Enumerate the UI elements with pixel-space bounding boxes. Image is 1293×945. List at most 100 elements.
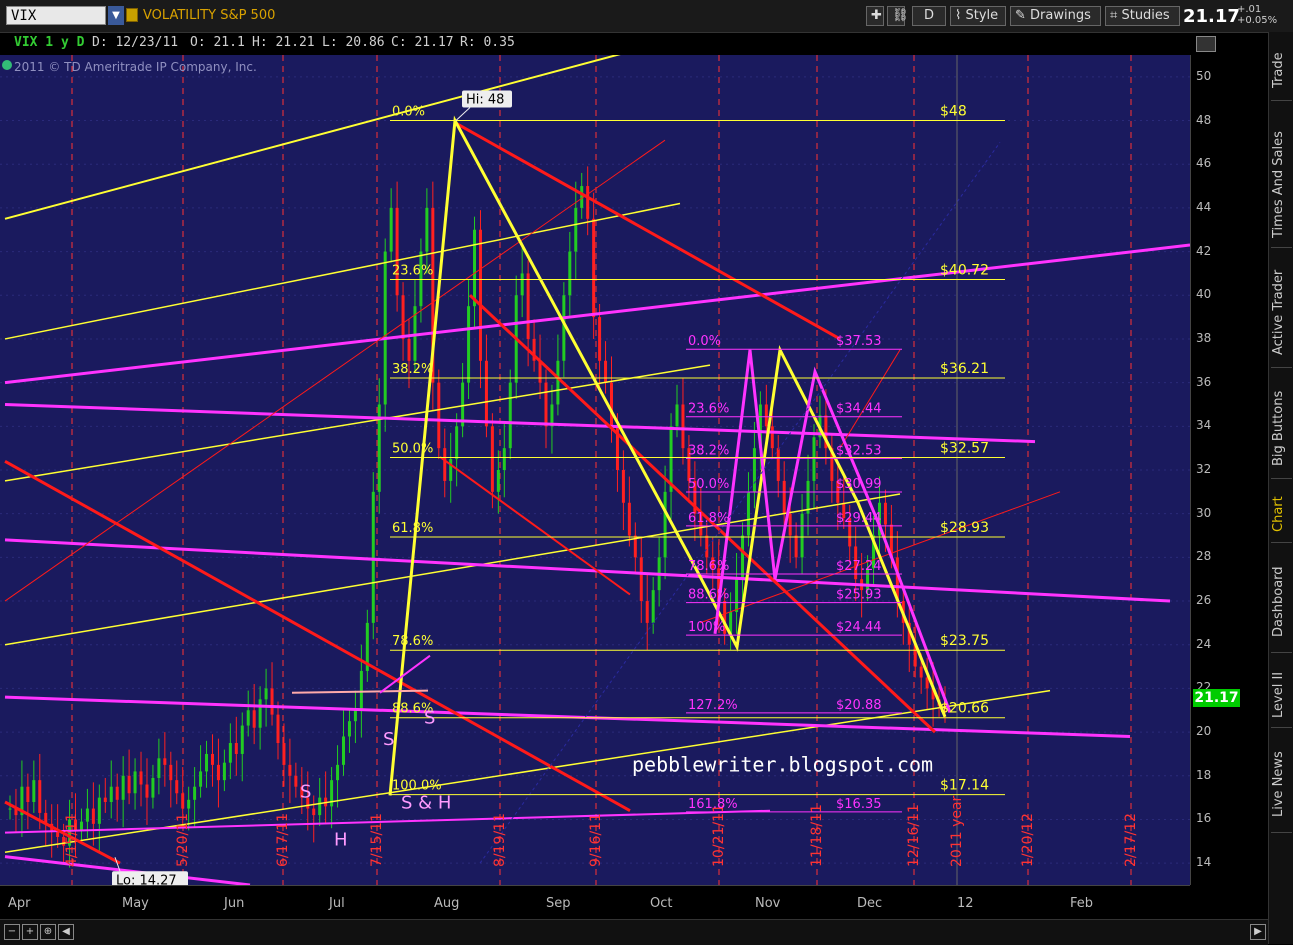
grid-date-label: 10/21/11 <box>711 804 727 867</box>
price-change: +.01 +0.05% <box>1237 4 1277 26</box>
watermark-text: pebblewriter.blogspot.com <box>632 752 933 776</box>
period-label[interactable]: VIX 1 y D <box>14 35 84 50</box>
shoulder-label: S <box>424 707 435 728</box>
fib-major-value: $28.93 <box>940 520 989 536</box>
candle-body <box>764 404 768 427</box>
price-chart[interactable]: 4/15/11 5/20/11 6/17/11 7/15/11 8/19/11 9/16/… <box>0 10 1191 889</box>
chart-area[interactable]: 4/15/11 5/20/11 6/17/11 7/15/11 8/19/11 9/16/… <box>0 10 1191 889</box>
candle-body <box>258 699 262 728</box>
zoom-out-icon[interactable]: − <box>4 924 20 940</box>
fib-major-value: $17.14 <box>940 778 989 794</box>
time-axis[interactable]: Apr May Jun Jul Aug Sep Oct Nov Dec 12 Feb <box>0 885 1190 920</box>
candle-body <box>443 448 447 481</box>
grid-date-label: 7/15/11 <box>369 813 385 867</box>
candle-body <box>103 797 107 802</box>
fib-major-value: $23.75 <box>940 633 989 649</box>
candle-body <box>276 714 280 744</box>
scroll-right-icon[interactable]: ▶ <box>1250 924 1266 940</box>
candle-body <box>163 758 167 765</box>
zoom-in-icon[interactable]: + <box>22 924 38 940</box>
link-icon[interactable]: ⛓ <box>887 6 909 26</box>
sidebar-tab-dashboard[interactable]: Dashboard <box>1271 552 1292 653</box>
candle-body <box>746 491 750 536</box>
candle-body <box>210 753 214 765</box>
shoulder-label: S <box>300 782 311 803</box>
grid-date-label: 5/20/11 <box>175 813 191 867</box>
sh-label: S & H <box>401 793 451 814</box>
draw-button[interactable]: D <box>912 6 946 26</box>
close-value: C: 21.17 <box>391 35 454 50</box>
fib-major-pct: 61.8% <box>392 521 433 536</box>
range-value: R: 0.35 <box>460 35 515 50</box>
fib-major-pct: 50.0% <box>392 442 433 457</box>
candle-body <box>586 186 590 219</box>
y-tick-label: 16 <box>1196 811 1212 826</box>
candle-body <box>222 762 226 781</box>
sidebar-tab-live-news[interactable]: Live News <box>1271 737 1292 833</box>
toolbar: VIX ▼ VOLATILITY S&P 500 ✚ ⛓ D ⌇ Style ✎… <box>0 0 1293 33</box>
studies-button[interactable]: ⌗ Studies <box>1105 6 1180 26</box>
candle-body <box>151 777 155 798</box>
fib-major-value: $36.21 <box>940 361 989 377</box>
symbol-input[interactable]: VIX <box>6 6 106 25</box>
candle-body <box>353 710 357 722</box>
candle-body <box>205 753 209 772</box>
style-icon: ⌇ <box>955 8 962 23</box>
candle-body <box>32 780 36 802</box>
candle-body <box>478 229 482 361</box>
info-icon[interactable] <box>2 60 12 70</box>
candle-body <box>776 448 780 481</box>
candle-body <box>449 459 453 481</box>
sidebar-tab-active-trader[interactable]: Active Trader <box>1271 257 1292 368</box>
style-button[interactable]: ⌇ Style <box>950 6 1006 26</box>
candle-body <box>85 808 89 822</box>
hi-label: Hi: 48 <box>466 93 504 108</box>
price-axis[interactable]: 14 16 18 20 22 24 26 28 30 32 34 36 38 40 42 44 46 48 50 <box>1190 55 1249 885</box>
symbol-name: VOLATILITY S&P 500 <box>143 8 276 23</box>
chart-settings-icon[interactable] <box>1196 36 1216 52</box>
candle-body <box>383 251 387 405</box>
sidebar-tab-chart[interactable]: Chart <box>1271 487 1292 543</box>
style-label: Style <box>965 8 999 23</box>
change-pct: +0.05% <box>1237 15 1278 26</box>
sidebar-tab-times-and-sales[interactable]: Times And Sales <box>1271 122 1292 248</box>
candle-body <box>264 688 268 700</box>
grid-date-label: 11/18/11 <box>809 804 825 867</box>
current-price-tag: 21.17 <box>1193 689 1240 707</box>
candle-body <box>609 382 613 427</box>
candle-body <box>240 725 244 754</box>
crosshair-icon[interactable]: ✚ <box>866 6 884 26</box>
zoom-fit-icon[interactable]: ⊕ <box>40 924 56 940</box>
candle-body <box>592 218 596 318</box>
candle-body <box>91 808 95 824</box>
sidebar-tab-trade[interactable]: Trade <box>1271 40 1292 101</box>
candle-body <box>216 764 220 781</box>
candle-body <box>580 186 584 208</box>
date-value: D: 12/23/11 <box>92 35 179 50</box>
candle-body <box>621 470 625 503</box>
y-tick-label: 34 <box>1196 418 1212 433</box>
candle-body <box>401 295 405 339</box>
symbol-dropdown-icon[interactable]: ▼ <box>108 6 124 25</box>
candle-body <box>788 513 792 536</box>
candle-body <box>741 535 745 580</box>
sidebar-tab-big-buttons[interactable]: Big Buttons <box>1271 378 1292 479</box>
candle-body <box>371 491 375 623</box>
symbol-flag-icon[interactable] <box>126 8 138 22</box>
candle-body <box>437 382 441 449</box>
high-value: H: 21.21 <box>252 35 315 50</box>
fib-minor-value: $30.99 <box>836 477 882 492</box>
x-tick-label: Oct <box>650 896 673 911</box>
scroll-left-icon[interactable]: ◀ <box>58 924 74 940</box>
head-label: H <box>334 830 348 851</box>
fib-minor-value: $16.35 <box>836 797 882 812</box>
y-tick-label: 30 <box>1196 505 1212 520</box>
candle-body <box>389 207 393 252</box>
drawings-button[interactable]: ✎ Drawings <box>1010 6 1101 26</box>
candle-body <box>490 426 494 492</box>
y-tick-label: 18 <box>1196 767 1212 782</box>
candle-body <box>919 666 923 678</box>
sidebar-tab-level-ii[interactable]: Level II <box>1271 662 1292 728</box>
fib-minor-value: $27.24 <box>836 559 882 574</box>
fib-major-pct: 23.6% <box>392 264 433 279</box>
